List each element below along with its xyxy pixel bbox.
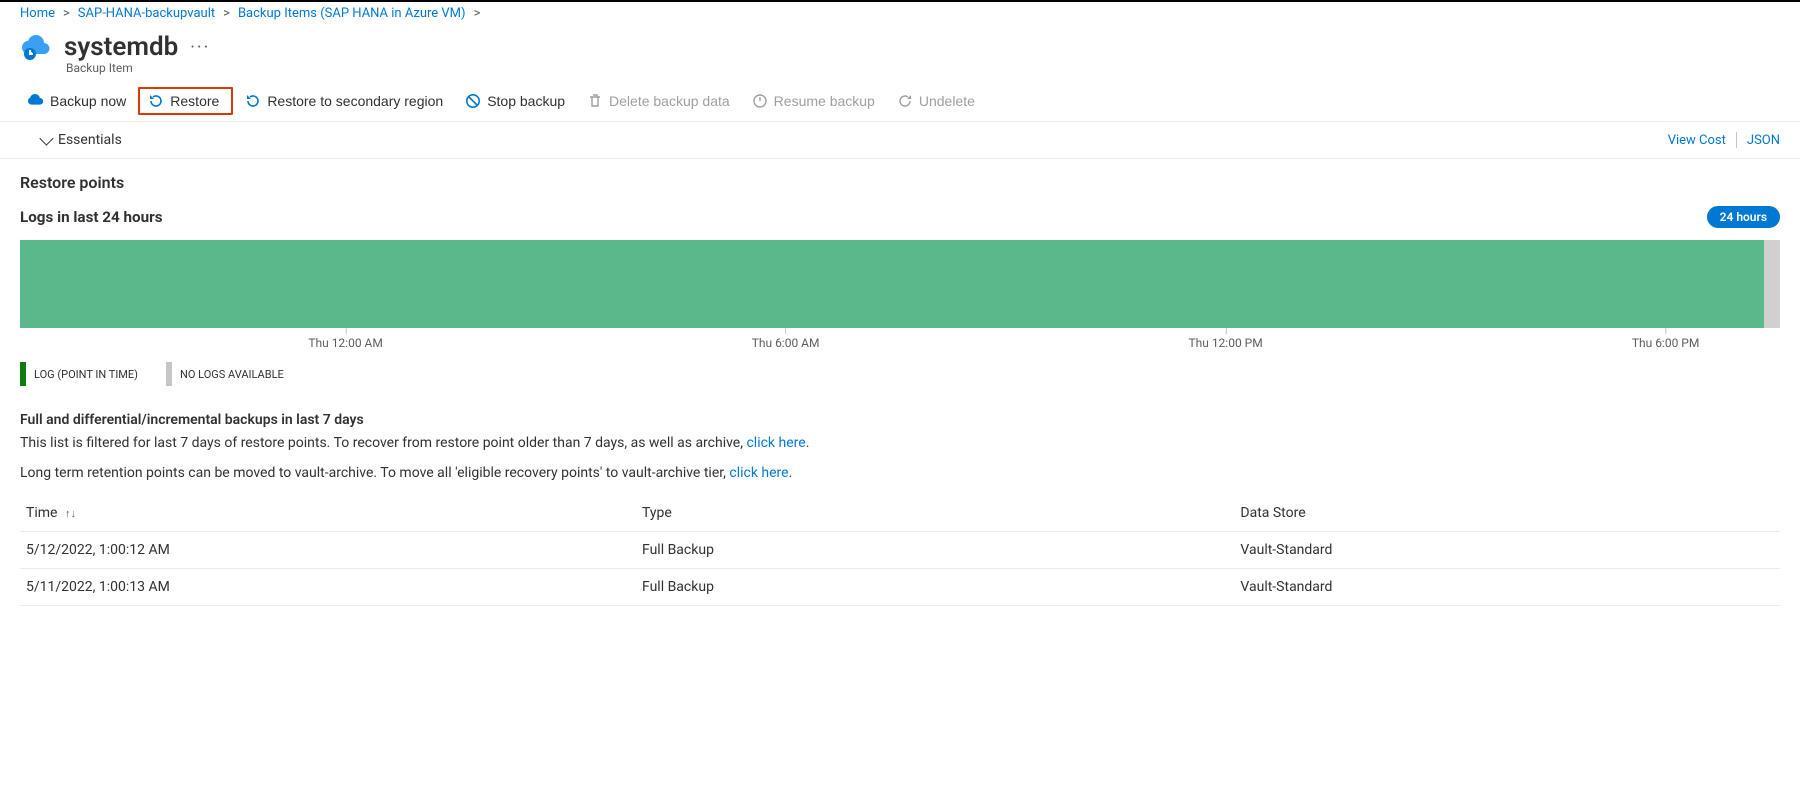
- col-time[interactable]: Time ↑↓: [20, 495, 636, 532]
- breadcrumb-vault[interactable]: SAP-HANA-backupvault: [78, 6, 215, 21]
- breadcrumb: Home > SAP-HANA-backupvault > Backup Ite…: [0, 2, 1800, 25]
- undelete-button: Undelete: [887, 87, 985, 115]
- cell-store: Vault-Standard: [1234, 568, 1780, 605]
- restore-button[interactable]: Restore: [138, 87, 233, 115]
- essentials-bar: Essentials View Cost JSON: [0, 122, 1800, 159]
- timeline-tick: Thu 12:00 AM: [308, 336, 383, 350]
- chevron-right-icon: >: [63, 6, 70, 21]
- log-timeline-bar[interactable]: [20, 240, 1780, 328]
- more-menu-button[interactable]: ···: [190, 37, 210, 58]
- stop-icon: [465, 93, 481, 109]
- legend-none: NO LOGS AVAILABLE: [166, 362, 284, 386]
- archive-note: Long term retention points can be moved …: [0, 458, 1800, 488]
- essentials-toggle[interactable]: Essentials: [40, 132, 122, 148]
- col-type-label: Type: [642, 505, 672, 521]
- undelete-label: Undelete: [919, 93, 975, 109]
- divider: [1736, 132, 1737, 148]
- col-type[interactable]: Type: [636, 495, 1234, 532]
- restore-points-heading: Restore points: [20, 173, 1780, 192]
- filter-note-text: This list is filtered for last 7 days of…: [20, 435, 746, 451]
- resume-backup-label: Resume backup: [774, 93, 875, 109]
- backup-item-icon: [20, 31, 52, 63]
- table-header-row: Time ↑↓ Type Data Store: [20, 495, 1780, 532]
- restore-points-section: Restore points: [0, 159, 1800, 192]
- delete-backup-label: Delete backup data: [609, 93, 730, 109]
- backup-now-icon: [28, 93, 44, 109]
- restore-secondary-icon: [245, 93, 261, 109]
- table-row[interactable]: 5/11/2022, 1:00:13 AMFull BackupVault-St…: [20, 568, 1780, 605]
- resume-icon: [752, 93, 768, 109]
- restore-label: Restore: [170, 93, 219, 109]
- page-header: systemdb ···: [0, 25, 1800, 63]
- stop-backup-button[interactable]: Stop backup: [455, 87, 575, 115]
- full-backups-section: Full and differential/incremental backup…: [0, 386, 1800, 428]
- filter-note-link[interactable]: click here: [746, 435, 805, 451]
- legend-swatch-green: [20, 362, 26, 386]
- timeline-tick: Thu 6:00 AM: [752, 336, 820, 350]
- logs-header: Logs in last 24 hours 24 hours: [0, 206, 1800, 228]
- command-bar: Backup now Restore Restore to secondary …: [0, 81, 1800, 122]
- delete-icon: [587, 93, 603, 109]
- restore-icon: [148, 93, 164, 109]
- backup-now-button[interactable]: Backup now: [18, 87, 136, 115]
- stop-backup-label: Stop backup: [487, 93, 565, 109]
- delete-backup-button: Delete backup data: [577, 87, 740, 115]
- undelete-icon: [897, 93, 913, 109]
- log-timeline: Thu 12:00 AM Thu 6:00 AM Thu 12:00 PM Thu 6…: [0, 228, 1800, 356]
- cell-time: 5/11/2022, 1:00:13 AM: [20, 568, 636, 605]
- view-cost-link[interactable]: View Cost: [1668, 133, 1726, 148]
- json-view-link[interactable]: JSON: [1747, 133, 1780, 148]
- sort-icon: ↑↓: [65, 507, 76, 520]
- table-row[interactable]: 5/12/2022, 1:00:12 AMFull BackupVault-St…: [20, 531, 1780, 568]
- col-time-label: Time: [26, 505, 57, 521]
- restore-points-table: Time ↑↓ Type Data Store 5/12/2022, 1:00:…: [20, 495, 1780, 606]
- col-store-label: Data Store: [1240, 505, 1305, 521]
- cell-type: Full Backup: [636, 531, 1234, 568]
- legend-swatch-gray: [166, 362, 172, 386]
- chevron-right-icon: >: [223, 6, 230, 21]
- timeline-tick: Thu 12:00 PM: [1188, 336, 1262, 350]
- essentials-label: Essentials: [58, 132, 122, 148]
- backup-now-label: Backup now: [50, 93, 126, 109]
- legend-none-label: NO LOGS AVAILABLE: [180, 368, 284, 381]
- breadcrumb-home[interactable]: Home: [20, 6, 55, 21]
- resume-backup-button: Resume backup: [742, 87, 885, 115]
- restore-secondary-label: Restore to secondary region: [267, 93, 443, 109]
- legend-log: LOG (POINT IN TIME): [20, 362, 138, 386]
- cell-store: Vault-Standard: [1234, 531, 1780, 568]
- chevron-right-icon: >: [474, 6, 481, 21]
- col-store[interactable]: Data Store: [1234, 495, 1780, 532]
- log-legend: LOG (POINT IN TIME) NO LOGS AVAILABLE: [0, 356, 1800, 386]
- filter-note: This list is filtered for last 7 days of…: [0, 428, 1800, 458]
- restore-secondary-button[interactable]: Restore to secondary region: [235, 87, 453, 115]
- full-backups-heading: Full and differential/incremental backup…: [20, 412, 1780, 428]
- archive-note-link[interactable]: click here: [729, 465, 788, 481]
- chevron-down-icon: [39, 132, 53, 146]
- legend-log-label: LOG (POINT IN TIME): [34, 368, 138, 381]
- time-range-pill[interactable]: 24 hours: [1707, 206, 1780, 228]
- page-subtitle: Backup Item: [0, 61, 1800, 81]
- cell-time: 5/12/2022, 1:00:12 AM: [20, 531, 636, 568]
- page-title: systemdb: [64, 32, 178, 62]
- timeline-tick: Thu 6:00 PM: [1632, 336, 1700, 350]
- logs-heading: Logs in last 24 hours: [20, 208, 163, 226]
- log-timeline-axis: Thu 12:00 AM Thu 6:00 AM Thu 12:00 PM Thu 6…: [20, 330, 1780, 356]
- archive-note-text: Long term retention points can be moved …: [20, 465, 729, 481]
- cell-type: Full Backup: [636, 568, 1234, 605]
- breadcrumb-items[interactable]: Backup Items (SAP HANA in Azure VM): [238, 6, 466, 21]
